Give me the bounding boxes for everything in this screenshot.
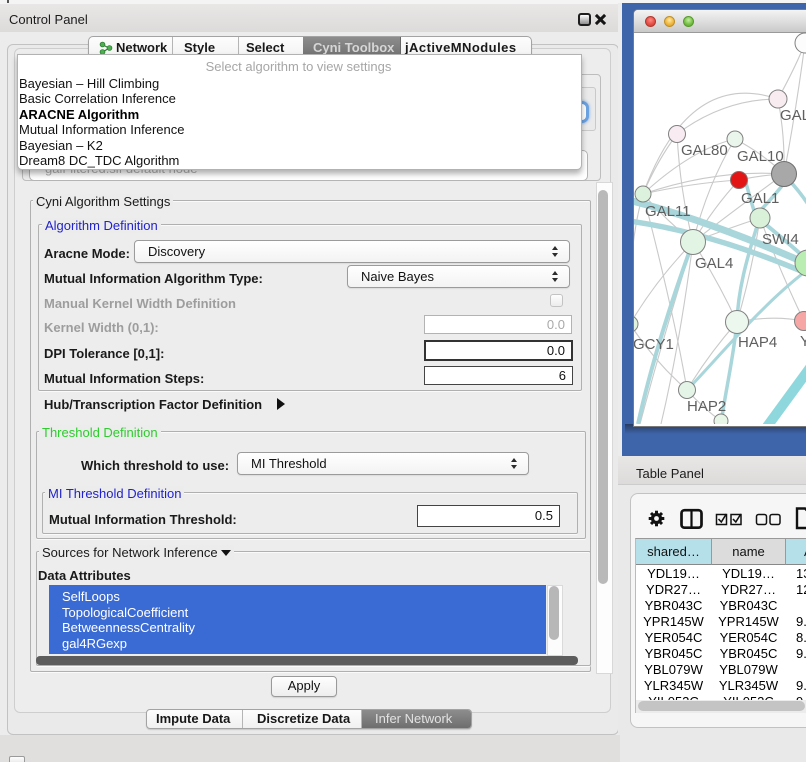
svg-text:GAL2: GAL2 (780, 107, 806, 124)
svg-text:SWI4: SWI4 (762, 231, 799, 248)
svg-text:GAL10: GAL10 (737, 148, 784, 165)
svg-text:GAL11: GAL11 (645, 203, 691, 220)
svg-text:GAL80: GAL80 (681, 142, 728, 159)
svg-text:HAP2: HAP2 (687, 398, 726, 415)
svg-text:YJ: YJ (800, 333, 806, 350)
svg-text:GCY1: GCY1 (634, 336, 674, 353)
svg-text:GAL4: GAL4 (695, 255, 733, 272)
svg-text:GAL1: GAL1 (741, 190, 779, 207)
svg-text:HAP4: HAP4 (738, 334, 777, 351)
